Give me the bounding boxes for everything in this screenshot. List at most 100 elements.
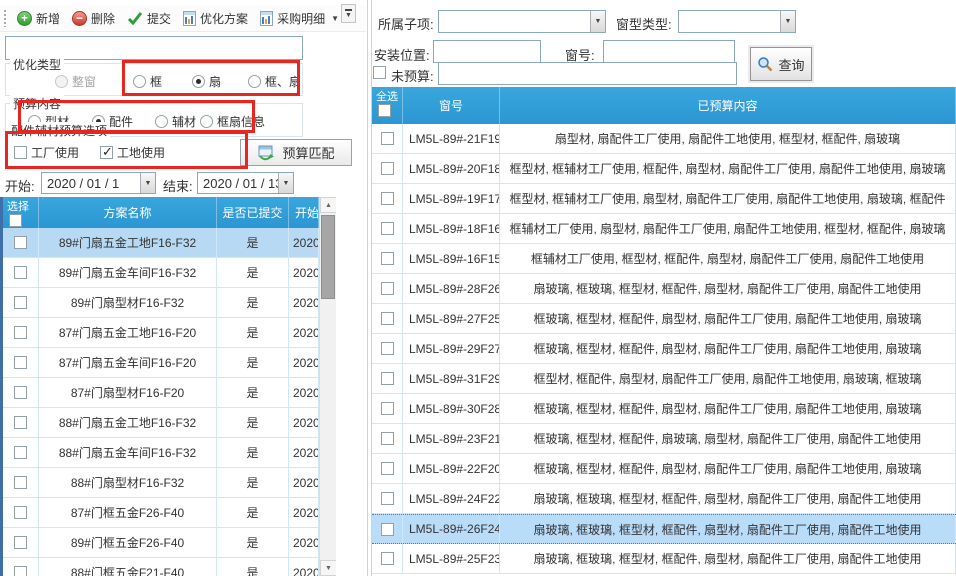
select-cell (372, 544, 403, 573)
row-checkbox[interactable] (14, 566, 27, 576)
chevron-down-icon[interactable]: ▼ (331, 14, 339, 23)
window-table-row[interactable]: LM5L-89#-20F18框型材, 框辅材工厂使用, 框配件, 扇型材, 扇配… (372, 154, 956, 184)
scroll-down-icon[interactable]: ▼ (320, 560, 336, 576)
select-cell (372, 454, 403, 483)
select-cell (3, 378, 39, 407)
plan-table-row[interactable]: 89#门扇五金车间F16-F32是2020/0 (3, 258, 319, 288)
chevron-down-icon[interactable]: ▼ (590, 11, 605, 32)
plan-table-row[interactable]: 87#门框五金F26-F40是2020/0 (3, 498, 319, 528)
window-table-row[interactable]: LM5L-89#-18F16框辅材工厂使用, 扇型材, 扇配件工厂使用, 扇配件… (372, 214, 956, 244)
row-checkbox[interactable] (14, 506, 27, 519)
panel-divider (367, 0, 368, 576)
plan-table-row[interactable]: 89#门扇五金工地F16-F32是2020/0 (3, 228, 319, 258)
budget-match-button[interactable]: 预算匹配 (240, 139, 352, 166)
add-button[interactable]: + 新增 (11, 8, 66, 29)
delete-button[interactable]: − 删除 (66, 8, 121, 29)
select-all-checkbox[interactable] (9, 214, 22, 227)
row-checkbox[interactable] (14, 536, 27, 549)
window-no-cell: LM5L-89#-20F18 (403, 154, 500, 183)
row-checkbox[interactable] (381, 312, 394, 325)
window-table-row[interactable]: LM5L-89#-19F17框型材, 框辅材工厂使用, 扇型材, 扇配件工厂使用… (372, 184, 956, 214)
row-checkbox[interactable] (14, 326, 27, 339)
row-checkbox[interactable] (381, 432, 394, 445)
row-checkbox[interactable] (381, 342, 394, 355)
row-checkbox[interactable] (381, 462, 394, 475)
plan-table-row[interactable]: 88#门扇型材F16-F32是2020/0 (3, 468, 319, 498)
row-checkbox[interactable] (381, 492, 394, 505)
chevron-down-icon[interactable]: ▼ (780, 11, 795, 32)
row-checkbox[interactable] (381, 132, 394, 145)
row-checkbox[interactable] (14, 236, 27, 249)
row-checkbox[interactable] (381, 282, 394, 295)
toolbar-overflow-button[interactable]: ▼ (341, 4, 356, 23)
row-checkbox[interactable] (381, 552, 394, 565)
plan-table-row[interactable]: 89#门扇型材F16-F32是2020/0 (3, 288, 319, 318)
no-budget-checkbox[interactable] (373, 66, 386, 79)
row-checkbox[interactable] (381, 162, 394, 175)
radio-option-whole-window[interactable]: 整窗 (55, 73, 96, 90)
radio-option-sash[interactable]: 扇 (192, 73, 221, 90)
start-date-cell: 2020/0 (289, 378, 319, 407)
window-table-row[interactable]: LM5L-89#-16F15框辅材工厂使用, 框型材, 框配件, 扇型材, 扇配… (372, 244, 956, 274)
plan-table-row[interactable]: 88#门扇五金工地F16-F32是2020/0 (3, 408, 319, 438)
row-checkbox[interactable] (14, 266, 27, 279)
checkbox-factory-use[interactable]: 工厂使用 (14, 144, 79, 161)
plan-table-scrollbar[interactable]: ▲ ▼ (319, 197, 336, 576)
submit-button[interactable]: 提交 (121, 8, 177, 29)
row-checkbox[interactable] (381, 192, 394, 205)
checkbox-site-use[interactable]: 工地使用 (100, 144, 165, 161)
plan-table-row[interactable]: 87#门扇五金工地F16-F20是2020/0 (3, 318, 319, 348)
row-checkbox[interactable] (14, 386, 27, 399)
select-all-checkbox[interactable] (378, 104, 391, 117)
row-checkbox[interactable] (14, 446, 27, 459)
row-checkbox[interactable] (14, 416, 27, 429)
row-checkbox[interactable] (381, 372, 394, 385)
row-checkbox[interactable] (381, 523, 394, 536)
scroll-up-icon[interactable]: ▲ (320, 197, 336, 213)
plan-table-row[interactable]: 88#门扇五金车间F16-F32是2020/0 (3, 438, 319, 468)
plan-name-cell: 88#门扇五金工地F16-F32 (39, 408, 217, 437)
chevron-down-icon[interactable]: ▼ (278, 173, 293, 193)
plan-table-row[interactable]: 87#门扇五金车间F16-F20是2020/0 (3, 348, 319, 378)
end-date-picker[interactable]: 2020 / 01 / 13 ▼ (197, 172, 294, 194)
window-no-cell: LM5L-89#-18F16 (403, 214, 500, 243)
window-table-row[interactable]: LM5L-89#-25F23扇玻璃, 框玻璃, 框型材, 框配件, 扇型材, 扇… (372, 544, 956, 574)
window-table-row[interactable]: LM5L-89#-27F25框玻璃, 框型材, 框配件, 扇型材, 扇配件工厂使… (372, 304, 956, 334)
select-cell (372, 214, 403, 243)
window-table-row[interactable]: LM5L-89#-26F24扇玻璃, 框玻璃, 框型材, 框配件, 扇型材, 扇… (372, 514, 956, 544)
purchase-detail-button[interactable]: 采购明细 ▼ (254, 8, 345, 29)
row-checkbox[interactable] (381, 402, 394, 415)
app-window: + 新增 − 删除 提交 优化方案 采购明细 ▼ ▼ 优化类型 整窗 (0, 0, 956, 576)
row-checkbox[interactable] (381, 252, 394, 265)
row-checkbox[interactable] (381, 222, 394, 235)
radio-option-frame[interactable]: 框 (133, 73, 162, 90)
no-budget-input[interactable] (438, 62, 737, 85)
window-type-combo[interactable]: ▼ (678, 10, 796, 33)
window-table-row[interactable]: LM5L-89#-22F20框玻璃, 框型材, 框配件, 扇型材, 扇配件工厂使… (372, 454, 956, 484)
plan-table-row[interactable]: 87#门扇型材F16-F20是2020/0 (3, 378, 319, 408)
window-table-row[interactable]: LM5L-89#-30F28框玻璃, 框型材, 框配件, 扇型材, 扇配件工厂使… (372, 394, 956, 424)
chevron-down-icon[interactable]: ▼ (140, 173, 155, 193)
start-date-picker[interactable]: 2020 / 01 / 1 ▼ (41, 172, 156, 194)
select-cell (372, 184, 403, 213)
sub-item-combo[interactable]: ▼ (438, 10, 606, 33)
scrollbar-thumb[interactable] (321, 215, 335, 299)
window-table-row[interactable]: LM5L-89#-31F29框型材, 框配件, 扇型材, 扇配件工厂使用, 扇配… (372, 364, 956, 394)
install-pos-input[interactable] (433, 40, 541, 63)
optimize-plan-button[interactable]: 优化方案 (177, 8, 254, 29)
plan-table-row[interactable]: 89#门框五金F26-F40是2020/0 (3, 528, 319, 558)
radio-option-auxiliary[interactable]: 辅材 (155, 113, 196, 130)
window-table-row[interactable]: LM5L-89#-23F21框玻璃, 框型材, 框配件, 扇玻璃, 扇型材, 扇… (372, 424, 956, 454)
window-table-row[interactable]: LM5L-89#-24F22扇玻璃, 框玻璃, 框型材, 框配件, 扇型材, 扇… (372, 484, 956, 514)
radio-option-frame-sash-info[interactable]: 框扇信息 (200, 113, 265, 130)
row-checkbox[interactable] (14, 356, 27, 369)
radio-option-frame-sash[interactable]: 框、扇 (248, 73, 301, 90)
window-no-input[interactable] (603, 40, 735, 63)
row-checkbox[interactable] (14, 296, 27, 309)
plan-table-row[interactable]: 88#门框五金F21-F40是2020/0 (3, 558, 319, 576)
query-button[interactable]: 查询 (750, 47, 812, 81)
window-table-row[interactable]: LM5L-89#-29F27框玻璃, 框型材, 框配件, 扇型材, 扇配件工厂使… (372, 334, 956, 364)
row-checkbox[interactable] (14, 476, 27, 489)
window-table-row[interactable]: LM5L-89#-28F26扇玻璃, 框玻璃, 框型材, 框配件, 扇型材, 扇… (372, 274, 956, 304)
window-table-row[interactable]: LM5L-89#-21F19扇型材, 扇配件工厂使用, 扇配件工地使用, 框型材… (372, 124, 956, 154)
